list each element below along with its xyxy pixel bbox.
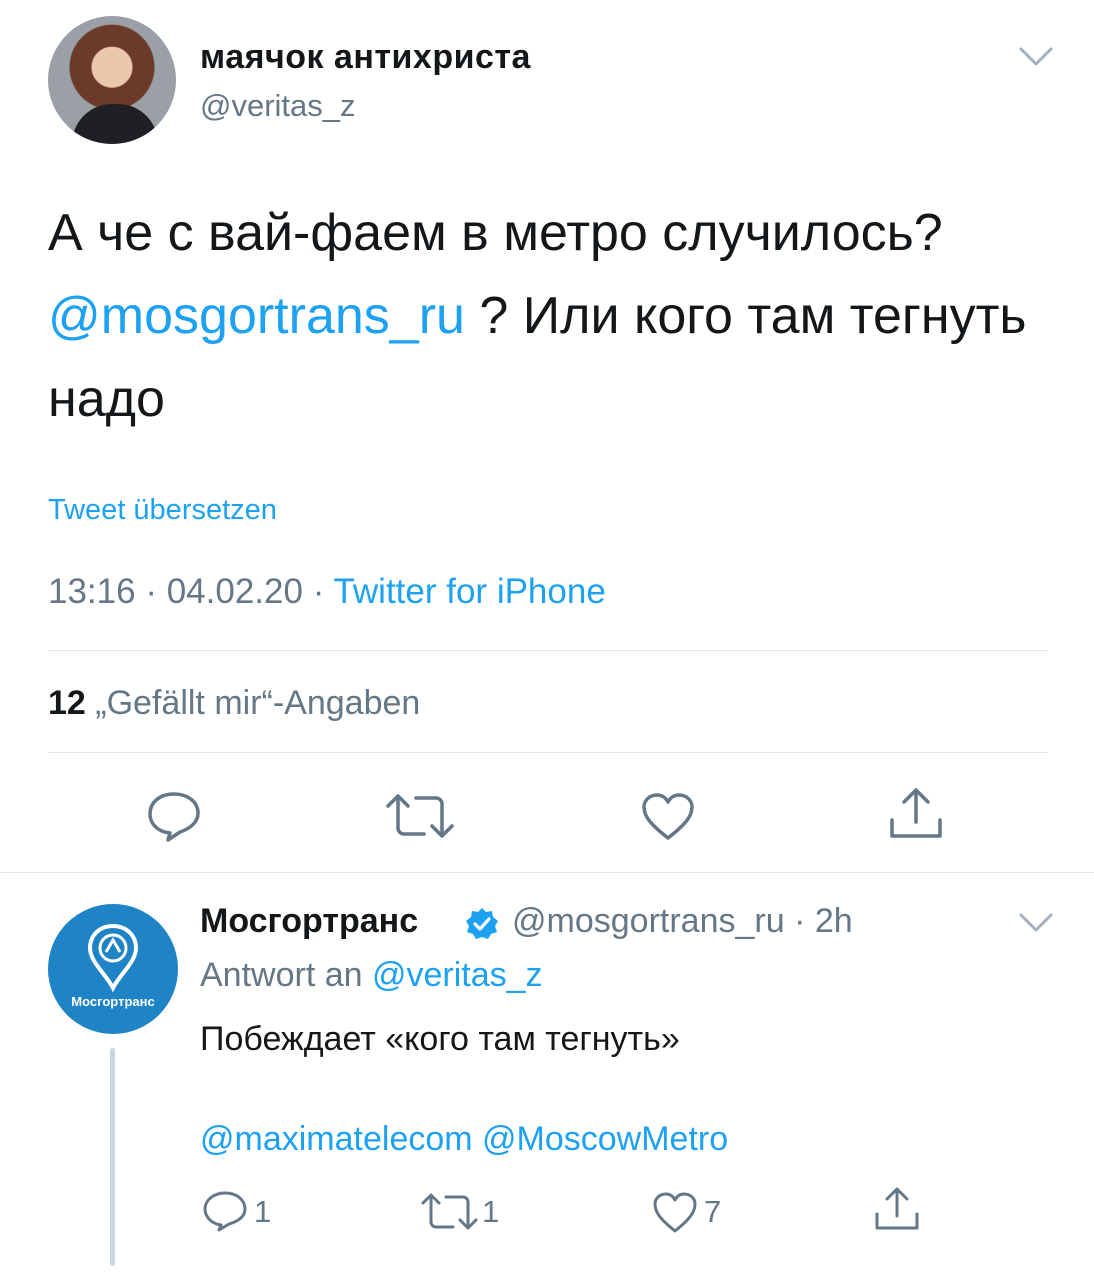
- tweet-source-link[interactable]: Twitter for iPhone: [333, 572, 605, 611]
- tweet-time: 13:16: [48, 572, 136, 611]
- like-icon[interactable]: [640, 792, 696, 842]
- retweet-icon[interactable]: [384, 792, 456, 840]
- reply-text: Побеждает «кого там тегнуть»: [200, 1020, 680, 1058]
- divider: [48, 752, 1048, 753]
- author-handle[interactable]: @veritas_z: [200, 88, 356, 124]
- share-icon[interactable]: [888, 786, 944, 842]
- meta-separator: ·: [794, 902, 815, 940]
- mosgortrans-logo-icon: [87, 923, 139, 992]
- likes-summary[interactable]: 12 „Gefällt mir“-Angaben: [48, 684, 420, 723]
- chevron-down-icon[interactable]: [1018, 912, 1054, 934]
- tweet-meta: 13:16 · 04.02.20 · Twitter for iPhone: [48, 572, 606, 612]
- likes-count: 12: [48, 684, 86, 722]
- like-icon[interactable]: [652, 1192, 698, 1234]
- divider: [48, 650, 1048, 651]
- reply-icon[interactable]: [146, 790, 202, 842]
- reply-author-avatar[interactable]: Мосгортранс: [48, 904, 178, 1034]
- replying-to-prefix: Antwort an: [200, 956, 372, 994]
- tweet-separator: [0, 872, 1094, 873]
- share-icon[interactable]: [874, 1186, 920, 1232]
- meta-separator: ·: [312, 572, 334, 611]
- reply-age: 2h: [814, 902, 853, 940]
- retweet-count: 1: [482, 1194, 500, 1229]
- reply-icon[interactable]: [202, 1190, 248, 1232]
- replying-to: Antwort an @veritas_z: [200, 956, 543, 995]
- chevron-down-icon[interactable]: [1018, 46, 1054, 68]
- retweet-icon[interactable]: [420, 1192, 480, 1232]
- reply-count: 1: [254, 1194, 272, 1229]
- tweet-date: 04.02.20: [166, 572, 303, 611]
- replying-to-handle[interactable]: @veritas_z: [372, 956, 543, 994]
- mention-link[interactable]: @mosgortrans_ru: [48, 287, 465, 345]
- like-count: 7: [704, 1194, 722, 1229]
- author-avatar[interactable]: [48, 16, 176, 144]
- verified-icon: [466, 908, 498, 939]
- thread-line: [110, 1048, 115, 1266]
- translate-link[interactable]: Tweet übersetzen: [48, 494, 277, 527]
- likes-label: „Gefällt mir“-Angaben: [95, 684, 421, 722]
- reply-author-name[interactable]: Мосгортранс: [200, 902, 418, 941]
- avatar-logo-text: Мосгортранс: [71, 994, 155, 1009]
- meta-separator: ·: [145, 572, 167, 611]
- tweet-text: А че с вай-фаем в метро случилось? @mosg…: [48, 192, 1058, 441]
- tweet-text-part1: А че с вай-фаем в метро случилось?: [48, 204, 943, 262]
- reply-author-handle-line: @mosgortrans_ru · 2h: [512, 902, 853, 941]
- reply-author-handle[interactable]: @mosgortrans_ru: [512, 902, 785, 940]
- reply-mentions[interactable]: @maximatelecom @MoscowMetro: [200, 1120, 728, 1159]
- author-name[interactable]: маячок антихриста: [200, 38, 531, 77]
